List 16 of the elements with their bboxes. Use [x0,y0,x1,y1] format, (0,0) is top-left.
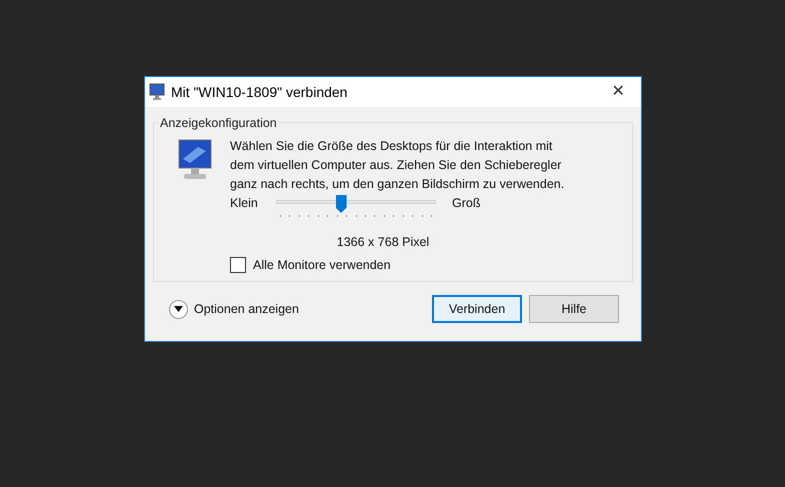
checkbox-label: Alle Monitore verwenden [253,256,391,274]
resolution-label: 1366 x 768 Pixel [336,234,430,251]
options-toggle[interactable]: Optionen anzeigen [169,300,299,318]
size-slider[interactable] [276,195,436,217]
close-button[interactable]: ✕ [595,77,641,107]
description-text: Wählen Sie die Größe des Desktops für die Interaktion mit dem virtuellen Computer aus. Ziehen Sie den Schieberegler ganz nach rechts, um den ganzen Bildschirm zu verwenden. [230,138,566,193]
slider-min-label: Klein [230,195,259,212]
slider-thumb[interactable] [336,195,347,213]
expand-icon[interactable] [169,300,188,318]
slider-max-label: Groß [452,195,480,212]
dialog-button[interactable]: Hilfe [529,295,619,323]
monitor-icon [149,83,167,101]
dialog-button[interactable]: Verbinden [432,295,522,323]
monitor-icon [178,139,212,181]
window-title: Mit "WIN10-1809" verbinden [171,82,348,102]
checkbox[interactable] [230,257,246,274]
